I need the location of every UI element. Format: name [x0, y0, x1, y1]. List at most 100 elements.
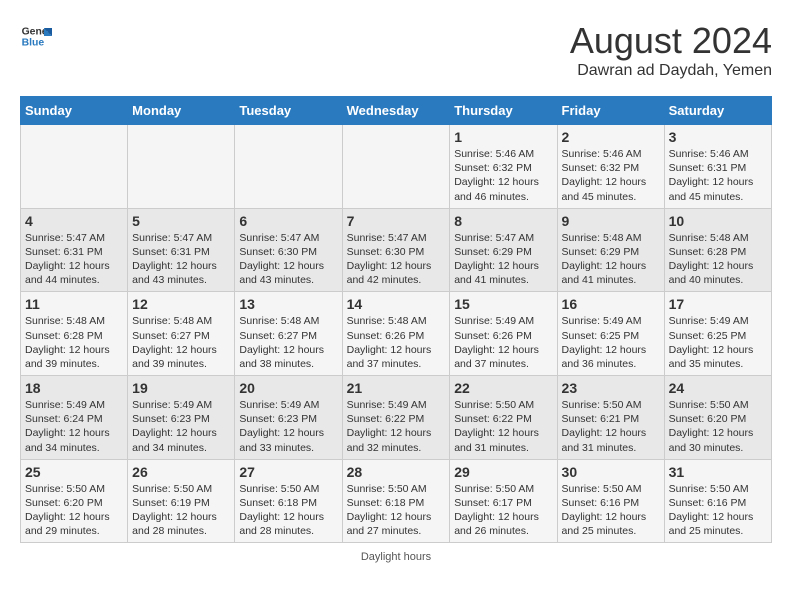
day-info: Sunrise: 5:50 AMSunset: 6:20 PMDaylight:…: [669, 398, 767, 455]
calendar-cell: 8Sunrise: 5:47 AMSunset: 6:29 PMDaylight…: [450, 208, 557, 292]
calendar-cell: 11Sunrise: 5:48 AMSunset: 6:28 PMDayligh…: [21, 292, 128, 376]
day-number: 21: [347, 380, 446, 396]
calendar-day-header: Friday: [557, 97, 664, 125]
calendar-cell: 21 Sunrise: 5:49 AMSunset: 6:22 PMDayligh…: [342, 376, 450, 460]
logo-icon: General Blue: [20, 20, 52, 52]
calendar-cell: 5 Sunrise: 5:47 AMSunset: 6:31 PMDaylight…: [128, 208, 235, 292]
day-number: 28: [347, 464, 446, 480]
day-info: Sunrise: 5:48 AMSunset: 6:29 PMDaylight:…: [562, 231, 660, 288]
day-info: Sunrise: 5:48 AMSunset: 6:26 PMDaylight:…: [347, 314, 446, 371]
calendar-cell: 12 Sunrise: 5:48 AMSunset: 6:27 PMDayligh…: [128, 292, 235, 376]
day-info: Sunrise: 5:50 AMSunset: 6:16 PMDaylight:…: [669, 482, 767, 539]
day-info: Sunrise: 5:47 AMSunset: 6:30 PMDaylight:…: [239, 231, 337, 288]
calendar-cell: 30Sunrise: 5:50 AMSunset: 6:16 PMDayligh…: [557, 459, 664, 543]
day-number: 22: [454, 380, 552, 396]
day-info: Sunrise: 5:48 AMSunset: 6:28 PMDaylight:…: [25, 314, 123, 371]
footer: Daylight hours: [20, 551, 772, 563]
logo: General Blue: [20, 20, 52, 52]
location: Dawran ad Daydah, Yemen: [570, 62, 772, 80]
month-year: August 2024: [570, 20, 772, 62]
calendar-cell: 13 Sunrise: 5:48 AMSunset: 6:27 PMDayligh…: [235, 292, 342, 376]
day-info: Sunrise: 5:50 AMSunset: 6:17 PMDaylight:…: [454, 482, 552, 539]
day-number: 9: [562, 213, 660, 229]
calendar-cell: 26 Sunrise: 5:50 AMSunset: 6:19 PMDayligh…: [128, 459, 235, 543]
day-info: Sunrise: 5:50 AMSunset: 6:19 PMDaylight:…: [132, 482, 230, 539]
calendar-cell: [128, 125, 235, 209]
calendar-cell: 1Sunrise: 5:46 AMSunset: 6:32 PMDaylight…: [450, 125, 557, 209]
day-info: Sunrise: 5:48 AMSunset: 6:28 PMDaylight:…: [669, 231, 767, 288]
day-number: 30: [562, 464, 660, 480]
calendar-cell: 20 Sunrise: 5:49 AMSunset: 6:23 PMDayligh…: [235, 376, 342, 460]
calendar-day-header: Monday: [128, 97, 235, 125]
calendar-cell: [342, 125, 450, 209]
calendar-cell: 3Sunrise: 5:46 AMSunset: 6:31 PMDaylight…: [664, 125, 771, 209]
calendar-cell: [235, 125, 342, 209]
day-info: Sunrise: 5:48 AMSunset: 6:27 PMDaylight:…: [132, 314, 230, 371]
day-number: 26: [132, 464, 230, 480]
day-number: 24: [669, 380, 767, 396]
calendar-cell: 18Sunrise: 5:49 AMSunset: 6:24 PMDayligh…: [21, 376, 128, 460]
calendar-week-row: 1Sunrise: 5:46 AMSunset: 6:32 PMDaylight…: [21, 125, 772, 209]
day-number: 16: [562, 296, 660, 312]
calendar-cell: 25Sunrise: 5:50 AMSunset: 6:20 PMDayligh…: [21, 459, 128, 543]
calendar-cell: 23Sunrise: 5:50 AMSunset: 6:21 PMDayligh…: [557, 376, 664, 460]
calendar-cell: 16 Sunrise: 5:49 AMSunset: 6:25 PMDayligh…: [557, 292, 664, 376]
calendar-week-row: 4 Sunrise: 5:47 AMSunset: 6:31 PMDaylight…: [21, 208, 772, 292]
calendar-cell: 6 Sunrise: 5:47 AMSunset: 6:30 PMDaylight…: [235, 208, 342, 292]
page-header: General Blue August 2024 Dawran ad Dayda…: [20, 20, 772, 80]
day-number: 12: [132, 296, 230, 312]
calendar-cell: [21, 125, 128, 209]
calendar-cell: 14Sunrise: 5:48 AMSunset: 6:26 PMDayligh…: [342, 292, 450, 376]
calendar-cell: 7 Sunrise: 5:47 AMSunset: 6:30 PMDaylight…: [342, 208, 450, 292]
day-info: Sunrise: 5:49 AMSunset: 6:23 PMDaylight:…: [239, 398, 337, 455]
calendar-cell: 9 Sunrise: 5:48 AMSunset: 6:29 PMDaylight…: [557, 208, 664, 292]
day-number: 18: [25, 380, 123, 396]
day-info: Sunrise: 5:49 AMSunset: 6:26 PMDaylight:…: [454, 314, 552, 371]
day-number: 6: [239, 213, 337, 229]
calendar-day-header: Saturday: [664, 97, 771, 125]
calendar-week-row: 25Sunrise: 5:50 AMSunset: 6:20 PMDayligh…: [21, 459, 772, 543]
day-info: Sunrise: 5:49 AMSunset: 6:23 PMDaylight:…: [132, 398, 230, 455]
day-number: 7: [347, 213, 446, 229]
day-number: 13: [239, 296, 337, 312]
day-number: 10: [669, 213, 767, 229]
calendar-day-header: Thursday: [450, 97, 557, 125]
day-info: Sunrise: 5:47 AMSunset: 6:31 PMDaylight:…: [132, 231, 230, 288]
day-number: 31: [669, 464, 767, 480]
calendar-week-row: 11Sunrise: 5:48 AMSunset: 6:28 PMDayligh…: [21, 292, 772, 376]
day-info: Sunrise: 5:50 AMSunset: 6:22 PMDaylight:…: [454, 398, 552, 455]
day-info: Sunrise: 5:48 AMSunset: 6:27 PMDaylight:…: [239, 314, 337, 371]
day-info: Sunrise: 5:49 AMSunset: 6:22 PMDaylight:…: [347, 398, 446, 455]
day-info: Sunrise: 5:46 AMSunset: 6:32 PMDaylight:…: [454, 147, 552, 204]
calendar-day-header: Sunday: [21, 97, 128, 125]
calendar-cell: 4Sunrise: 5:47 AMSunset: 6:31 PMDaylight…: [21, 208, 128, 292]
day-number: 19: [132, 380, 230, 396]
calendar-cell: 29 Sunrise: 5:50 AMSunset: 6:17 PMDayligh…: [450, 459, 557, 543]
day-info: Sunrise: 5:49 AMSunset: 6:25 PMDaylight:…: [562, 314, 660, 371]
calendar-cell: 15Sunrise: 5:49 AMSunset: 6:26 PMDayligh…: [450, 292, 557, 376]
day-number: 23: [562, 380, 660, 396]
footer-note: Daylight hours: [361, 551, 431, 563]
day-info: Sunrise: 5:50 AMSunset: 6:18 PMDaylight:…: [347, 482, 446, 539]
calendar-day-header: Tuesday: [235, 97, 342, 125]
calendar-cell: 31 Sunrise: 5:50 AMSunset: 6:16 PMDayligh…: [664, 459, 771, 543]
day-number: 17: [669, 296, 767, 312]
calendar-cell: 2Sunrise: 5:46 AMSunset: 6:32 PMDaylight…: [557, 125, 664, 209]
title-block: August 2024 Dawran ad Daydah, Yemen: [570, 20, 772, 80]
day-info: Sunrise: 5:49 AMSunset: 6:25 PMDaylight:…: [669, 314, 767, 371]
day-info: Sunrise: 5:50 AMSunset: 6:18 PMDaylight:…: [239, 482, 337, 539]
day-number: 20: [239, 380, 337, 396]
svg-text:Blue: Blue: [22, 38, 45, 49]
day-number: 25: [25, 464, 123, 480]
calendar-cell: 24 Sunrise: 5:50 AMSunset: 6:20 PMDayligh…: [664, 376, 771, 460]
day-number: 29: [454, 464, 552, 480]
calendar-header-row: SundayMondayTuesdayWednesdayThursdayFrid…: [21, 97, 772, 125]
calendar-cell: 10 Sunrise: 5:48 AMSunset: 6:28 PMDayligh…: [664, 208, 771, 292]
day-number: 2: [562, 129, 660, 145]
day-number: 4: [25, 213, 123, 229]
day-info: Sunrise: 5:46 AMSunset: 6:31 PMDaylight:…: [669, 147, 767, 204]
day-number: 5: [132, 213, 230, 229]
day-number: 27: [239, 464, 337, 480]
day-info: Sunrise: 5:47 AMSunset: 6:30 PMDaylight:…: [347, 231, 446, 288]
day-number: 8: [454, 213, 552, 229]
